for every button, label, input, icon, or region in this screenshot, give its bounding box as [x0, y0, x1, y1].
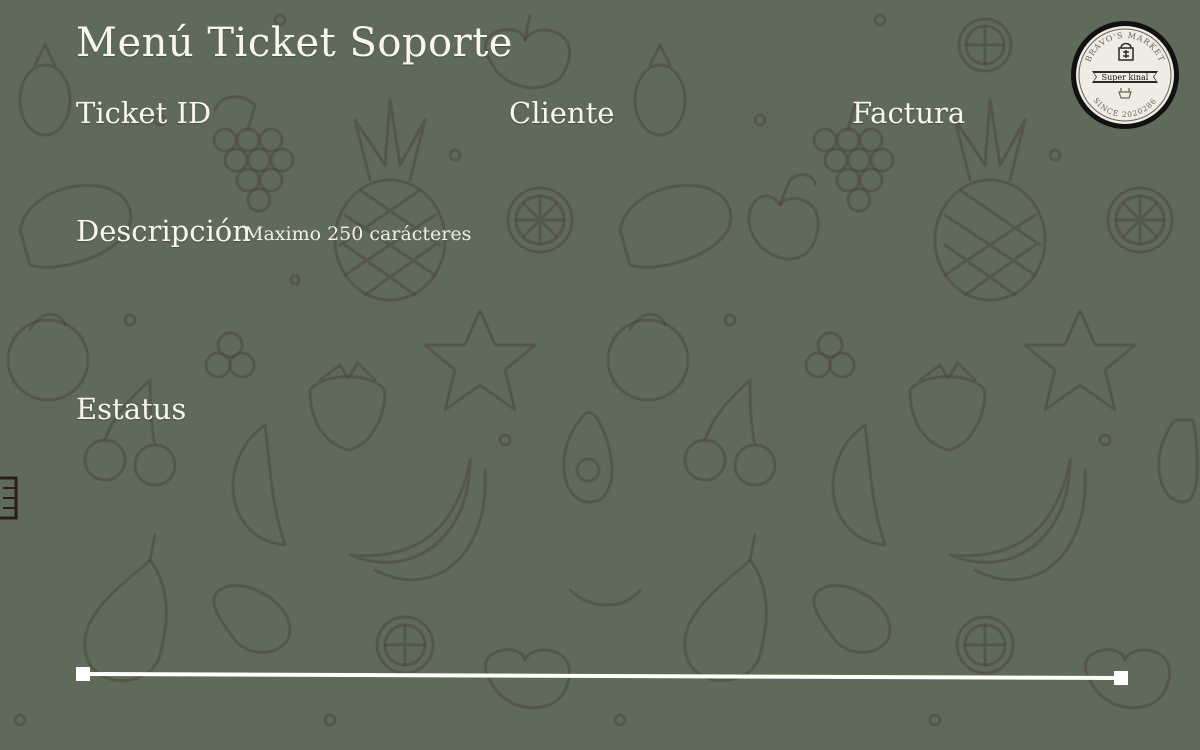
market-logo: BRAVO'S MARKET SINCE 2020286 Super kinal — [1071, 21, 1179, 129]
descripcion-hint: Maximo 250 carácteres — [244, 223, 472, 245]
descripcion-label: Descripción — [76, 214, 251, 248]
cherries-icon — [683, 378, 777, 487]
orange-slice-icon — [506, 186, 574, 254]
pear-icon — [83, 533, 168, 683]
banana-icon — [948, 458, 1087, 582]
avocado-icon — [1157, 418, 1199, 504]
slider-end-handle[interactable] — [1114, 671, 1128, 685]
pear-icon — [683, 533, 768, 683]
logo-banner-text: Super kinal — [1102, 73, 1149, 82]
factura-label: Factura — [852, 96, 966, 130]
cliente-label: Cliente — [509, 96, 615, 130]
estatus-label: Estatus — [76, 392, 187, 426]
page-title: Menú Ticket Soporte — [76, 20, 513, 66]
ticket-id-field[interactable] — [76, 140, 460, 182]
factura-field[interactable] — [852, 140, 1126, 182]
plum-icon — [812, 584, 892, 654]
ticket-id-label: Ticket ID — [76, 96, 212, 130]
drag-handle-icon[interactable] — [0, 476, 20, 520]
slider-start-handle[interactable] — [76, 667, 90, 681]
lemon-icon — [618, 183, 733, 269]
dragonfruit-icon — [18, 43, 72, 137]
avocado-icon — [562, 411, 614, 504]
estatus-field[interactable] — [76, 438, 460, 480]
strawberry-icon — [308, 361, 387, 452]
plum-icon — [212, 584, 292, 654]
orange-slice-icon — [1106, 186, 1174, 254]
dragonfruit-icon — [633, 43, 687, 137]
descripcion-field[interactable] — [76, 260, 1120, 374]
slider-track — [81, 672, 1123, 680]
watermelon-icon — [831, 423, 887, 547]
status-slider[interactable] — [76, 664, 1136, 692]
strawberry-icon — [908, 361, 987, 452]
cliente-field[interactable] — [509, 140, 813, 182]
orange-slice-icon — [957, 17, 1013, 73]
peach-icon — [747, 173, 820, 261]
banana-icon — [568, 588, 642, 607]
